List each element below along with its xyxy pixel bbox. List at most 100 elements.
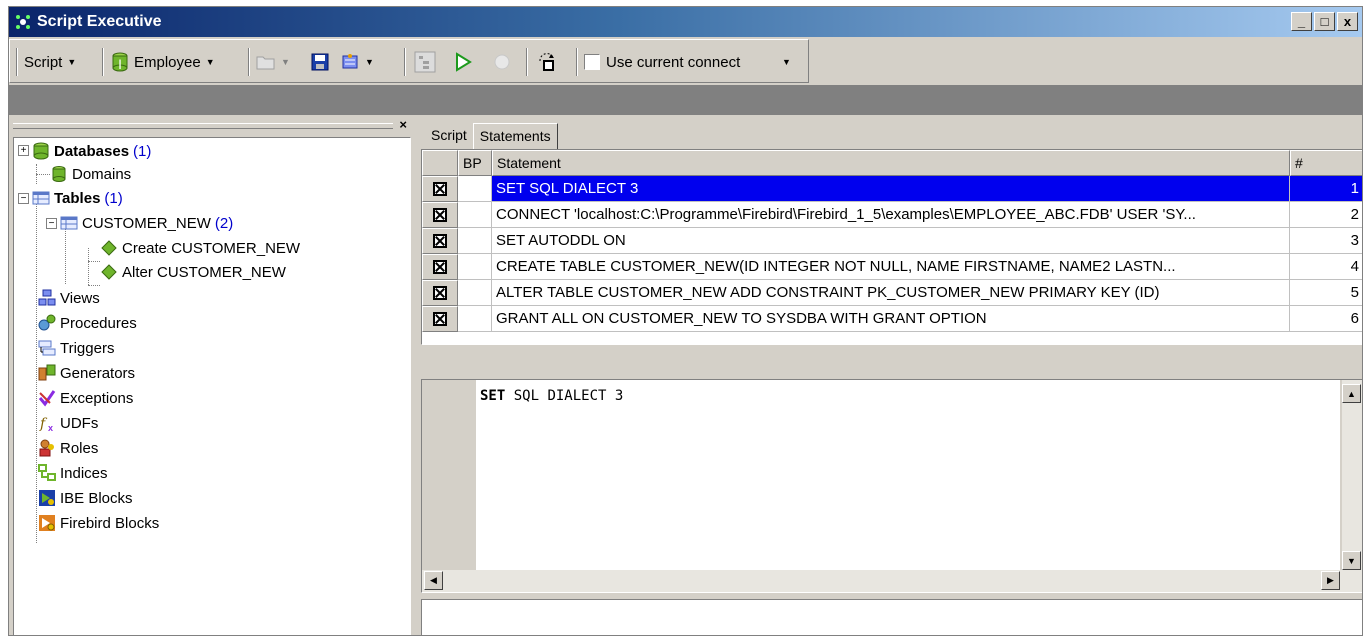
table-row[interactable]: CONNECT 'localhost:C:\Programme\Firebird…	[422, 202, 1362, 228]
toolbar-grip	[16, 48, 18, 76]
maximize-button[interactable]: □	[1314, 12, 1335, 31]
horizontal-scrollbar[interactable]: ◀ ▶	[422, 570, 1362, 592]
scroll-up-button[interactable]: ▲	[1342, 384, 1361, 403]
tree-item-procedures[interactable]: Procedures	[38, 311, 137, 335]
svg-text:f: f	[39, 416, 48, 432]
tree-item-label: Domains	[72, 165, 132, 183]
indices-icon	[38, 464, 56, 481]
breakpoint-cell[interactable]	[458, 280, 492, 306]
statement-cell[interactable]: GRANT ALL ON CUSTOMER_NEW TO SYSDBA WITH…	[492, 306, 1290, 332]
statement-cell[interactable]: SET SQL DIALECT 3	[492, 176, 1290, 202]
settings-icon	[342, 54, 358, 69]
tree-item-views[interactable]: Views	[38, 286, 100, 310]
tree-item-tables[interactable]: Tables (1)	[32, 186, 123, 210]
tree-item-udfs[interactable]: f x UDFs	[38, 411, 98, 435]
toolbar-overflow-button[interactable]: ▼	[782, 48, 791, 76]
table-row[interactable]: ALTER TABLE CUSTOMER_NEW ADD CONSTRAINT …	[422, 280, 1362, 306]
tree-item-label: Tables	[54, 189, 101, 207]
expand-icon[interactable]: +	[18, 145, 29, 156]
database-select-button[interactable]: | Employee ▼	[110, 48, 215, 76]
checkbox[interactable]	[584, 54, 600, 70]
execute-checkbox-icon[interactable]	[433, 182, 447, 196]
breakpoint-cell[interactable]	[458, 306, 492, 332]
collapse-icon[interactable]: −	[18, 193, 29, 204]
collapse-icon[interactable]: −	[46, 218, 57, 229]
execute-checkbox-icon[interactable]	[433, 312, 447, 326]
header-statement[interactable]: Statement	[492, 150, 1290, 176]
tree-item-create-customer-new[interactable]: Create CUSTOMER_NEW	[100, 236, 300, 260]
open-button[interactable]: ▼	[256, 48, 290, 76]
minimize-button[interactable]: _	[1291, 12, 1312, 31]
statement-cell[interactable]: ALTER TABLE CUSTOMER_NEW ADD CONSTRAINT …	[492, 280, 1290, 306]
tree-line	[36, 198, 37, 543]
title-bar[interactable]: Script Executive _ □ x	[9, 7, 1362, 37]
statement-cell[interactable]: CREATE TABLE CUSTOMER_NEW(ID INTEGER NOT…	[492, 254, 1290, 280]
scroll-down-button[interactable]: ▼	[1342, 551, 1361, 570]
tree-item-alter-customer-new[interactable]: Alter CUSTOMER_NEW	[100, 260, 286, 284]
tree-item-customer-new[interactable]: CUSTOMER_NEW (2)	[60, 211, 233, 235]
row-number-cell: 5	[1290, 280, 1362, 306]
row-number-cell: 3	[1290, 228, 1362, 254]
messages-area	[421, 599, 1362, 635]
header-bp[interactable]: BP	[458, 150, 492, 176]
close-button[interactable]: x	[1337, 12, 1358, 31]
database-label: Employee	[134, 53, 201, 71]
save-icon	[311, 53, 329, 71]
breakpoint-cell[interactable]	[458, 176, 492, 202]
scroll-right-button[interactable]: ▶	[1321, 571, 1340, 590]
database-icon	[33, 142, 49, 160]
tab-script[interactable]: Script	[425, 123, 473, 149]
execute-checkbox-icon[interactable]	[433, 234, 447, 248]
use-current-connect-checkbox[interactable]: Use current connect	[584, 48, 740, 76]
row-indicator	[422, 228, 458, 254]
tree-item-generators[interactable]: Generators	[38, 361, 135, 385]
toolbar: Script ▼ | Employee ▼ ▼ ▼ Use current co…	[9, 39, 809, 83]
tree-item-firebird-blocks[interactable]: Firebird Blocks	[38, 511, 159, 535]
statement-cell[interactable]: CONNECT 'localhost:C:\Programme\Firebird…	[492, 202, 1290, 228]
execute-checkbox-icon[interactable]	[433, 208, 447, 222]
vertical-scrollbar[interactable]: ▲ ▼	[1342, 380, 1362, 570]
tree-item-ibe-blocks[interactable]: IBE Blocks	[38, 486, 133, 510]
tree-item-label: Generators	[60, 364, 136, 382]
tree-item-label: Alter CUSTOMER_NEW	[122, 263, 286, 281]
tree-item-roles[interactable]: Roles	[38, 436, 98, 460]
breakpoint-cell[interactable]	[458, 254, 492, 280]
close-panel-icon[interactable]: ×	[399, 117, 407, 132]
statements-grid: BP Statement # SET SQL DIALECT 3 1 CONNECT…	[421, 149, 1362, 345]
step-button[interactable]	[536, 48, 558, 76]
tab-statements[interactable]: Statements	[472, 123, 558, 149]
database-tree: + Databases (1) Domains − Tables (1) − C…	[13, 137, 411, 635]
drag-grip[interactable]	[13, 123, 393, 129]
tree-line	[88, 261, 100, 262]
tree-item-indices[interactable]: Indices	[38, 461, 108, 485]
tree-item-databases[interactable]: Databases (1)	[32, 139, 151, 163]
script-menu-button[interactable]: Script ▼	[24, 48, 76, 76]
chevron-down-icon: ▼	[281, 57, 290, 67]
table-row[interactable]: CREATE TABLE CUSTOMER_NEW(ID INTEGER NOT…	[422, 254, 1362, 280]
stop-button[interactable]	[492, 48, 512, 76]
window-title: Script Executive	[37, 13, 162, 30]
run-button[interactable]	[454, 48, 472, 76]
play-icon	[456, 52, 472, 72]
stop-icon	[494, 54, 510, 70]
table-row[interactable]: SET SQL DIALECT 31	[422, 176, 1362, 202]
scroll-left-button[interactable]: ◀	[424, 571, 443, 590]
tree-view-button[interactable]	[414, 48, 436, 76]
execute-checkbox-icon[interactable]	[433, 260, 447, 274]
exceptions-icon	[38, 390, 56, 407]
code-area[interactable]: SET SQL DIALECT 3	[476, 380, 1340, 570]
table-row[interactable]: GRANT ALL ON CUSTOMER_NEW TO SYSDBA WITH…	[422, 306, 1362, 332]
breakpoint-cell[interactable]	[458, 228, 492, 254]
panel-header[interactable]: ×	[13, 117, 407, 132]
save-button[interactable]	[310, 48, 330, 76]
tree-item-exceptions[interactable]: Exceptions	[38, 386, 133, 410]
header-number[interactable]: #	[1290, 150, 1362, 176]
tree-item-triggers[interactable]: Triggers	[38, 336, 114, 360]
statement-cell[interactable]: SET AUTODDL ON	[492, 228, 1290, 254]
table-row[interactable]: SET AUTODDL ON 3	[422, 228, 1362, 254]
triggers-icon	[38, 340, 56, 356]
tree-item-domains[interactable]: Domains	[50, 162, 131, 186]
breakpoint-cell[interactable]	[458, 202, 492, 228]
options-button[interactable]: ▼	[340, 48, 374, 76]
execute-checkbox-icon[interactable]	[433, 286, 447, 300]
